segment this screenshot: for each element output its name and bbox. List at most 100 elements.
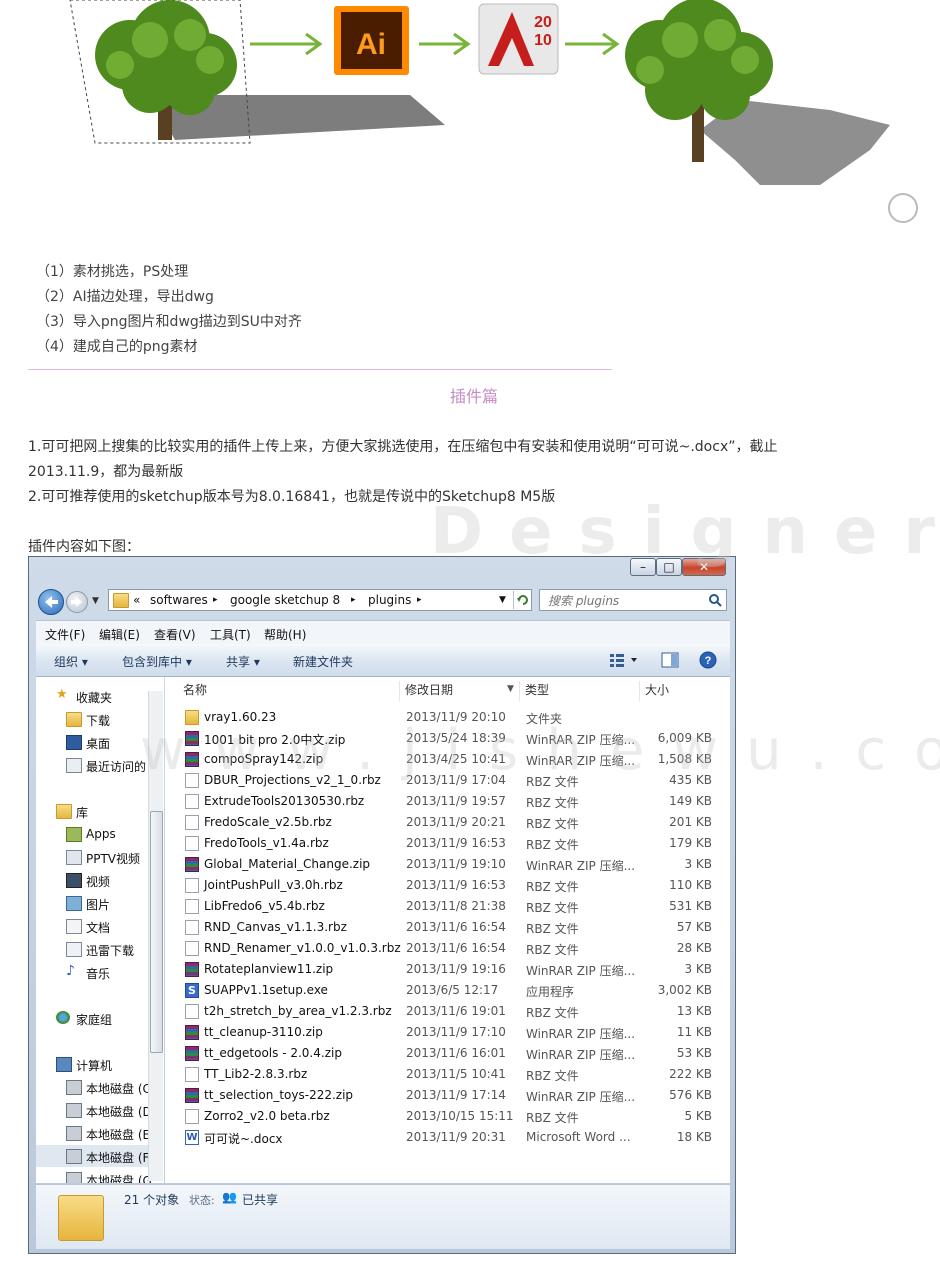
table-row[interactable]: RND_Renamer_v1.0.0_v1.0.3.rbz 2013/11/6 1… — [165, 938, 730, 959]
menu-file[interactable]: 文件(F) — [45, 626, 85, 643]
step-2: （2）AI描边处理，导出dwg — [36, 289, 214, 305]
search-icon[interactable] — [708, 593, 722, 607]
breadcrumb-chevron[interactable]: « — [133, 593, 140, 607]
table-row[interactable]: RND_Canvas_v1.1.3.rbz 2013/11/6 16:54 RBZ … — [165, 917, 730, 938]
file-type: RBZ 文件 — [526, 922, 579, 936]
breadcrumb-separator[interactable]: ▸ — [213, 595, 218, 605]
rar-file-icon — [185, 1025, 199, 1040]
table-row[interactable]: ExtrudeTools20130530.rbz 2013/11/9 19:57 R… — [165, 791, 730, 812]
breadcrumb-softwares[interactable]: softwares — [150, 593, 208, 607]
file-size: 3 KB — [684, 857, 712, 871]
sidebar-item-pptv[interactable]: PPTV视频 — [36, 846, 160, 868]
svg-text:10: 10 — [534, 32, 552, 49]
new-folder-button[interactable]: 新建文件夹 — [293, 653, 353, 670]
share-button[interactable]: 共享 ▾ — [226, 653, 260, 670]
menu-help[interactable]: 帮助(H) — [264, 626, 306, 643]
sidebar-libraries[interactable]: 库 — [36, 800, 160, 822]
picture-icon — [66, 896, 82, 911]
doc-file-icon — [185, 899, 199, 914]
svg-text:Ai: Ai — [356, 28, 386, 61]
file-name: TT_Lib2-2.8.3.rbz — [204, 1067, 308, 1081]
doc-file-icon — [185, 1109, 199, 1124]
svg-text:?: ? — [705, 655, 712, 667]
download-library-icon — [66, 942, 82, 957]
file-size: 13 KB — [676, 1004, 712, 1018]
sort-dropdown-icon[interactable]: ▼ — [507, 684, 514, 694]
file-date: 2013/11/9 17:10 — [406, 1025, 506, 1039]
file-size: 222 KB — [669, 1067, 712, 1081]
table-row[interactable]: FredoTools_v1.4a.rbz 2013/11/9 16:53 RBZ 文… — [165, 833, 730, 854]
scrollbar-thumb[interactable] — [150, 811, 163, 1053]
column-header-type[interactable]: 类型 — [525, 681, 549, 703]
paragraph-1-line-1: 1.可可把网上搜集的比较实用的插件上传上来，方便大家挑选使用，在压缩包中有安装和… — [28, 439, 778, 455]
back-button[interactable] — [38, 589, 64, 615]
menu-edit[interactable]: 编辑(E) — [99, 626, 140, 643]
menu-tools[interactable]: 工具(T) — [210, 626, 251, 643]
breadcrumb-google-sketchup[interactable]: google sketchup 8 — [230, 593, 340, 607]
address-dropdown-icon[interactable]: ▼ — [499, 595, 506, 605]
sidebar-drive-f[interactable]: 本地磁盘 (F — [36, 1145, 160, 1167]
file-date: 2013/11/9 16:53 — [406, 878, 506, 892]
sidebar-homegroup[interactable]: 家庭组 — [36, 1007, 160, 1029]
view-options-icon[interactable] — [609, 653, 639, 667]
sidebar-item-documents[interactable]: 文档 — [36, 915, 160, 937]
table-row[interactable]: LibFredo6_v5.4b.rbz 2013/11/8 21:38 RBZ 文件… — [165, 896, 730, 917]
item-count: 21 个对象 — [124, 1193, 180, 1207]
file-type: WinRAR ZIP 压缩... — [526, 1048, 636, 1062]
file-size: 53 KB — [676, 1046, 712, 1060]
drive-icon — [66, 1126, 82, 1141]
search-box[interactable] — [539, 589, 727, 611]
sidebar-item-thunder-downloads[interactable]: 迅雷下载 — [36, 938, 160, 960]
file-type: WinRAR ZIP 压缩... — [526, 964, 636, 978]
refresh-icon — [517, 595, 528, 605]
file-name: RND_Canvas_v1.1.3.rbz — [204, 920, 347, 934]
table-row[interactable]: tt_selection_toys-222.zip 2013/11/9 17:14… — [165, 1085, 730, 1106]
column-header-name[interactable]: 名称 — [183, 681, 207, 703]
sidebar-item-music[interactable]: ♪ 音乐 — [36, 961, 160, 983]
recent-pages-dropdown[interactable]: ▼ — [92, 596, 99, 606]
document-icon — [66, 919, 82, 934]
sidebar-drive-g[interactable]: 本地磁盘 (G — [36, 1168, 160, 1183]
breadcrumb-separator[interactable]: ▸ — [417, 595, 422, 605]
refresh-button[interactable] — [513, 591, 531, 609]
sidebar-item-videos[interactable]: 视频 — [36, 869, 160, 891]
table-row[interactable]: W 可可说~.docx 2013/11/9 20:31 Microsoft Word … — [165, 1127, 730, 1148]
sidebar-item-pictures[interactable]: 图片 — [36, 892, 160, 914]
column-header-size[interactable]: 大小 — [645, 681, 669, 703]
file-date: 2013/11/6 19:01 — [406, 1004, 506, 1018]
step-3: （3）导入png图片和dwg描边到SU中对齐 — [36, 314, 302, 330]
file-date: 2013/11/8 21:38 — [406, 899, 506, 913]
sidebar-computer[interactable]: 计算机 — [36, 1053, 160, 1075]
search-input[interactable] — [546, 591, 700, 610]
sidebar-item-apps[interactable]: Apps — [36, 823, 160, 845]
file-size: 5 KB — [684, 1109, 712, 1123]
file-name: RND_Renamer_v1.0.0_v1.0.3.rbz — [204, 941, 401, 955]
table-row[interactable]: JointPushPull_v3.0h.rbz 2013/11/9 16:53 RB… — [165, 875, 730, 896]
table-row[interactable]: Rotateplanview11.zip 2013/11/9 19:16 WinRA… — [165, 959, 730, 980]
table-row[interactable]: tt_cleanup-3110.zip 2013/11/9 17:10 WinRAR… — [165, 1022, 730, 1043]
address-bar[interactable]: « softwares ▸ google sketchup 8 ▸ plugin… — [108, 589, 532, 611]
breadcrumb-plugins[interactable]: plugins — [368, 593, 411, 607]
organize-button[interactable]: 组织 ▾ — [54, 653, 88, 670]
table-row[interactable]: S SUAPPv1.1setup.exe 2013/6/5 12:17 应用程序 3,0… — [165, 980, 730, 1001]
table-row[interactable]: Zorro2_v2.0 beta.rbz 2013/10/15 15:11 RBZ … — [165, 1106, 730, 1127]
sidebar-drive-d[interactable]: 本地磁盘 (D — [36, 1099, 160, 1121]
include-in-library-button[interactable]: 包含到库中 ▾ — [122, 653, 192, 670]
table-row[interactable]: Global_Material_Change.zip 2013/11/9 19:1… — [165, 854, 730, 875]
file-date: 2013/11/9 20:31 — [406, 1130, 506, 1144]
preview-pane-icon[interactable] — [661, 652, 679, 668]
file-date: 2013/11/9 20:21 — [406, 815, 506, 829]
column-header-date[interactable]: 修改日期 — [405, 681, 453, 703]
sidebar-favorites[interactable]: ★ 收藏夹 — [36, 685, 160, 707]
breadcrumb-separator[interactable]: ▸ — [351, 595, 356, 605]
table-row[interactable]: TT_Lib2-2.8.3.rbz 2013/11/5 10:41 RBZ 文件 22… — [165, 1064, 730, 1085]
sidebar-drive-c[interactable]: 本地磁盘 (C — [36, 1076, 160, 1098]
table-row[interactable]: t2h_stretch_by_area_v1.2.3.rbz 2013/11/6 … — [165, 1001, 730, 1022]
help-icon[interactable]: ? — [699, 651, 717, 669]
menu-view[interactable]: 查看(V) — [154, 626, 196, 643]
file-name: ExtrudeTools20130530.rbz — [204, 794, 365, 808]
sidebar-drive-e[interactable]: 本地磁盘 (E — [36, 1122, 160, 1144]
forward-button[interactable] — [66, 591, 88, 613]
table-row[interactable]: tt_edgetools - 2.0.4.zip 2013/11/6 16:01 W… — [165, 1043, 730, 1064]
table-row[interactable]: FredoScale_v2.5b.rbz 2013/11/9 20:21 RBZ 文… — [165, 812, 730, 833]
